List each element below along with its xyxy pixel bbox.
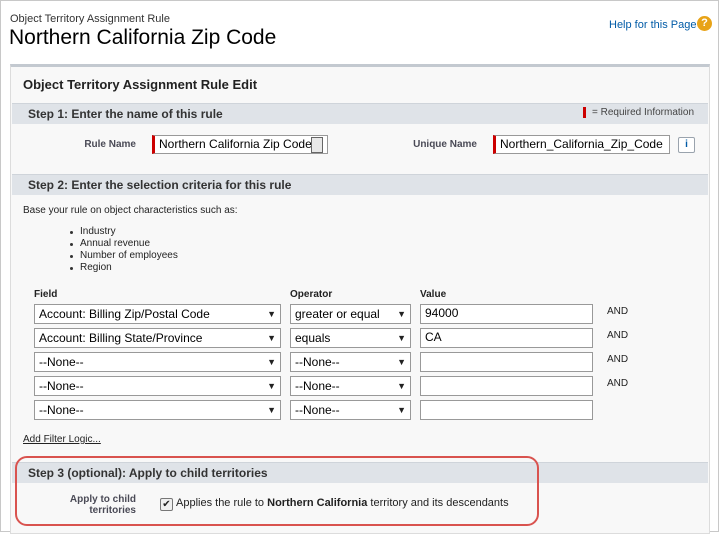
text-cursor-icon: [311, 137, 323, 153]
value-input[interactable]: CA: [420, 328, 593, 348]
criteria-intro: Base your rule on object characteristics…: [23, 205, 238, 216]
dropdown-arrow-icon: ▼: [397, 381, 406, 391]
field-select[interactable]: Account: Billing State/Province ▼: [34, 328, 281, 348]
operator-select[interactable]: greater or equal ▼: [290, 304, 411, 324]
operator-select-value: equals: [295, 331, 331, 345]
dropdown-arrow-icon: ▼: [397, 309, 406, 319]
page-title: Northern California Zip Code: [9, 26, 277, 49]
operator-column-header: Operator: [290, 289, 333, 300]
field-select-value: Account: Billing Zip/Postal Code: [39, 307, 210, 321]
dropdown-arrow-icon: ▼: [397, 357, 406, 367]
unique-name-input[interactable]: Northern_California_Zip_Code: [493, 135, 670, 154]
operator-select[interactable]: --None-- ▼: [290, 376, 411, 396]
required-info-text: = Required Information: [592, 107, 695, 118]
panel-title: Object Territory Assignment Rule Edit: [23, 77, 258, 92]
list-item: Industry: [70, 226, 178, 238]
field-select-value: --None--: [39, 355, 84, 369]
field-select[interactable]: Account: Billing Zip/Postal Code ▼: [34, 304, 281, 324]
criteria-examples: Industry Annual revenue Number of employ…: [70, 226, 178, 274]
unique-name-label: Unique Name: [413, 139, 477, 150]
field-column-header: Field: [34, 289, 58, 300]
dropdown-arrow-icon: ▼: [267, 405, 276, 415]
add-filter-logic-link[interactable]: Add Filter Logic...: [23, 434, 101, 445]
list-item: Number of employees: [70, 250, 178, 261]
logic-and-label: AND: [607, 330, 629, 341]
operator-select[interactable]: --None-- ▼: [290, 400, 411, 420]
info-icon[interactable]: i: [678, 137, 695, 153]
operator-select-value: greater or equal: [295, 307, 380, 321]
list-item: Annual revenue: [70, 238, 178, 250]
dropdown-arrow-icon: ▼: [267, 357, 276, 367]
object-type-label: Object Territory Assignment Rule: [10, 13, 170, 25]
value-input[interactable]: [420, 376, 593, 396]
field-select[interactable]: --None-- ▼: [34, 400, 281, 420]
field-select-value: --None--: [39, 403, 84, 417]
rule-name-label: Rule Name: [84, 139, 136, 150]
operator-select-value: --None--: [295, 355, 340, 369]
step3-highlight-outline: [15, 456, 539, 526]
logic-and-label: AND: [607, 306, 629, 317]
operator-select-value: --None--: [295, 379, 340, 393]
dropdown-arrow-icon: ▼: [267, 333, 276, 343]
value-input[interactable]: [420, 400, 593, 420]
help-icon[interactable]: ?: [697, 16, 712, 31]
step2-title: Step 2: Enter the selection criteria for…: [28, 178, 292, 192]
value-input[interactable]: [420, 352, 593, 372]
value-input[interactable]: 94000: [420, 304, 593, 324]
dropdown-arrow-icon: ▼: [397, 333, 406, 343]
step1-title: Step 1: Enter the name of this rule: [28, 107, 223, 121]
dropdown-arrow-icon: ▼: [397, 405, 406, 415]
list-item: Region: [70, 262, 178, 274]
logic-and-label: AND: [607, 378, 629, 389]
operator-select-value: --None--: [295, 403, 340, 417]
field-select[interactable]: --None-- ▼: [34, 376, 281, 396]
dropdown-arrow-icon: ▼: [267, 381, 276, 391]
rule-name-input[interactable]: Northern California Zip Code: [152, 135, 328, 154]
logic-and-label: AND: [607, 354, 629, 365]
field-select[interactable]: --None-- ▼: [34, 352, 281, 372]
field-select-value: --None--: [39, 379, 84, 393]
operator-select[interactable]: --None-- ▼: [290, 352, 411, 372]
dropdown-arrow-icon: ▼: [267, 309, 276, 319]
help-link[interactable]: Help for this Page: [609, 19, 696, 31]
operator-select[interactable]: equals ▼: [290, 328, 411, 348]
value-column-header: Value: [420, 289, 447, 300]
required-marker: [583, 107, 586, 118]
field-select-value: Account: Billing State/Province: [39, 331, 203, 345]
